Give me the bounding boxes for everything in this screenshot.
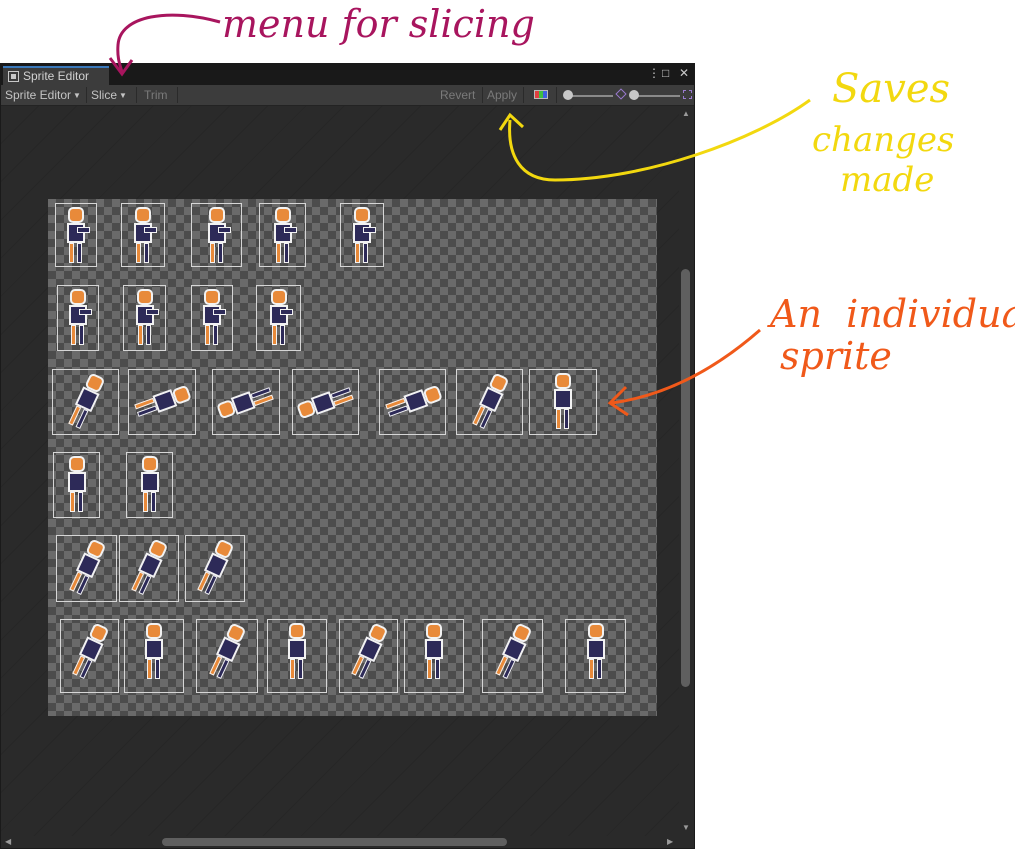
chevron-down-icon: ▼ xyxy=(73,91,81,100)
character-sprite xyxy=(131,289,159,347)
sprite-rect[interactable] xyxy=(404,619,464,693)
apply-annotation-line2: changes xyxy=(812,120,955,160)
character-sprite xyxy=(129,207,157,265)
sprite-rect[interactable] xyxy=(119,535,179,602)
tab-sprite-editor[interactable]: Sprite Editor xyxy=(3,66,109,85)
sprite-rect[interactable] xyxy=(292,369,359,435)
scroll-left-arrow-icon[interactable]: ◀ xyxy=(5,838,11,846)
character-sprite xyxy=(420,623,448,681)
sprite-rect[interactable] xyxy=(482,619,543,693)
sprite-rect[interactable] xyxy=(185,535,245,602)
more-options-icon[interactable]: ⋮ xyxy=(648,66,660,80)
sprite-rect[interactable] xyxy=(529,369,597,435)
close-icon[interactable]: ✕ xyxy=(679,66,689,80)
sprite-rect[interactable] xyxy=(339,619,398,693)
character-sprite xyxy=(265,289,293,347)
character-sprite xyxy=(203,207,231,265)
character-sprite xyxy=(62,536,112,600)
character-sprite xyxy=(488,620,538,684)
sprite-rect[interactable] xyxy=(340,203,384,267)
maximize-icon[interactable]: □ xyxy=(662,66,669,80)
sprite-rect[interactable] xyxy=(52,369,119,435)
slice-label: Slice xyxy=(91,88,118,102)
sprite-rect[interactable] xyxy=(57,285,99,351)
horizontal-scrollbar-thumb[interactable] xyxy=(162,838,507,846)
apply-annotation-line1: Saves xyxy=(832,66,951,112)
sprite-rect[interactable] xyxy=(60,619,119,693)
sprite-rect[interactable] xyxy=(379,369,446,435)
sprite-rect[interactable] xyxy=(256,285,301,351)
sprite-rect[interactable] xyxy=(56,535,117,602)
character-sprite xyxy=(65,620,115,684)
menu-annotation: menu for slicing xyxy=(222,2,535,46)
character-sprite xyxy=(62,207,90,265)
mode-label: Sprite Editor xyxy=(5,88,72,102)
sprite-editor-mode-dropdown[interactable]: Sprite Editor ▼ xyxy=(5,85,81,105)
character-sprite xyxy=(61,370,111,434)
divider xyxy=(136,87,137,103)
sprite-rect[interactable] xyxy=(53,452,100,518)
sprite-annotation-line1: An individual xyxy=(770,292,1015,336)
character-sprite xyxy=(140,623,168,681)
character-sprite xyxy=(283,623,311,681)
divider xyxy=(177,87,178,103)
character-sprite xyxy=(198,289,226,347)
trim-button[interactable]: Trim xyxy=(144,85,168,105)
apply-annotation-arrow xyxy=(498,98,811,182)
character-sprite xyxy=(293,379,357,425)
menu-annotation-arrow xyxy=(108,13,221,77)
texture-canvas[interactable] xyxy=(1,106,679,836)
sprite-rect[interactable] xyxy=(191,203,242,267)
character-sprite xyxy=(190,536,240,600)
sprite-rect[interactable] xyxy=(196,619,258,693)
sprite-rect[interactable] xyxy=(123,285,166,351)
sprite-annotation-arrow xyxy=(607,328,761,417)
sprite-rect[interactable] xyxy=(212,369,280,435)
sprite-rect[interactable] xyxy=(121,203,165,267)
sprite-editor-icon xyxy=(8,71,19,82)
tab-label: Sprite Editor xyxy=(23,69,90,83)
character-sprite xyxy=(130,379,194,425)
character-sprite xyxy=(465,370,515,434)
character-sprite xyxy=(214,379,278,425)
apply-annotation-line3: made xyxy=(840,160,935,200)
character-sprite xyxy=(124,536,174,600)
divider xyxy=(86,87,87,103)
character-sprite xyxy=(380,379,444,425)
revert-button[interactable]: Revert xyxy=(440,85,475,105)
character-sprite xyxy=(136,456,164,514)
sprite-annotation-line2: sprite xyxy=(780,334,892,378)
sprite-sheet[interactable] xyxy=(48,199,657,716)
sprite-rect[interactable] xyxy=(191,285,233,351)
character-sprite xyxy=(64,289,92,347)
chevron-down-icon: ▼ xyxy=(119,91,127,100)
character-sprite xyxy=(549,373,577,431)
sprite-rect[interactable] xyxy=(126,452,173,518)
sprite-rect[interactable] xyxy=(456,369,523,435)
sprite-rect[interactable] xyxy=(128,369,196,435)
sprite-rect[interactable] xyxy=(565,619,626,693)
sprite-rect[interactable] xyxy=(267,619,327,693)
character-sprite xyxy=(269,207,297,265)
character-sprite xyxy=(582,623,610,681)
slice-dropdown[interactable]: Slice ▼ xyxy=(91,85,127,105)
character-sprite xyxy=(348,207,376,265)
character-sprite xyxy=(202,620,252,684)
sprite-rect[interactable] xyxy=(55,203,97,267)
sprite-rect[interactable] xyxy=(259,203,306,267)
scroll-right-arrow-icon[interactable]: ▶ xyxy=(667,838,673,846)
sprite-rect[interactable] xyxy=(124,619,184,693)
divider xyxy=(482,87,483,103)
character-sprite xyxy=(344,620,394,684)
scroll-down-arrow-icon[interactable]: ▼ xyxy=(682,824,690,832)
character-sprite xyxy=(63,456,91,514)
